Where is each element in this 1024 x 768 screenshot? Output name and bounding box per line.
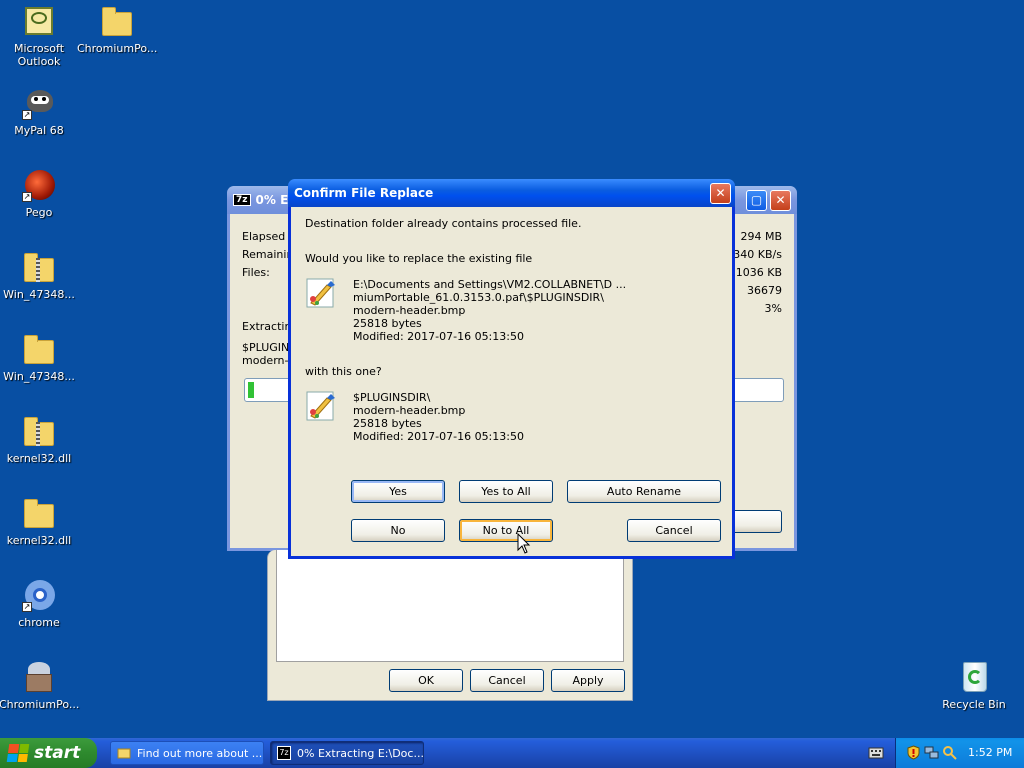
message-with-this-one: with this one? (305, 365, 382, 378)
start-button[interactable]: start (0, 738, 97, 768)
outlook-icon (22, 4, 56, 38)
properties-window: OK Cancel Apply (267, 550, 633, 701)
auto-rename-button[interactable]: Auto Rename (567, 480, 721, 503)
dialog-titlebar[interactable]: Confirm File Replace ✕ (288, 179, 735, 207)
new-file-info: $PLUGINSDIR\ modern-header.bmp 25818 byt… (353, 391, 524, 443)
new-path-1: $PLUGINSDIR\ (353, 391, 431, 404)
7z-icon: 7z (233, 194, 251, 206)
dialog-title: Confirm File Replace (294, 186, 434, 200)
remaining-label: Remainin (242, 248, 294, 261)
ok-button[interactable]: OK (389, 669, 463, 692)
message-question: Would you like to replace the existing f… (305, 252, 533, 265)
folder-icon (22, 332, 56, 366)
paint-file-icon (306, 391, 335, 421)
chromium-portable-icon (22, 660, 56, 694)
desktop-icon-label: kernel32.dll (6, 452, 72, 465)
clock[interactable]: 1:52 PM (968, 746, 1012, 759)
desktop-icon-chrome[interactable]: ↗ chrome (0, 578, 79, 629)
zip-folder-icon (22, 414, 56, 448)
zip-folder-icon (22, 250, 56, 284)
network-icon[interactable] (924, 745, 939, 760)
desktop-icon-label: Recycle Bin (942, 698, 1006, 711)
maximize-button[interactable]: ▢ (746, 190, 767, 211)
desktop-icon-label: Win_47348... (3, 288, 75, 301)
desktop-icon-label: kernel32.dll (6, 534, 72, 547)
cancel-button[interactable]: Cancel (627, 519, 721, 542)
close-button[interactable]: ✕ (770, 190, 791, 211)
taskbar: start Find out more about ... 7z 0% Extr… (0, 738, 1024, 768)
files-label: Files: (242, 266, 270, 279)
yes-button[interactable]: Yes (351, 480, 445, 503)
ratio-value: 3% (764, 302, 782, 315)
processed-value: 1036 KB (735, 266, 782, 279)
elapsed-label: Elapsed t (242, 230, 294, 243)
desktop-icon-label: Win_47348... (3, 370, 75, 383)
apply-button[interactable]: Apply (551, 669, 625, 692)
properties-content-area (276, 550, 624, 662)
existing-path-2: miumPortable_61.0.3153.0.paf\$PLUGINSDIR… (353, 291, 604, 304)
desktop-icon-label: Microsoft Outlook (13, 42, 65, 68)
total-size-value: 294 MB (740, 230, 782, 243)
yes-to-all-button[interactable]: Yes to All (459, 480, 553, 503)
existing-modified: Modified: 2017-07-16 05:13:50 (353, 330, 524, 343)
recycle-bin-icon (957, 660, 991, 694)
taskbar-item-label: 0% Extracting E:\Doc... (297, 746, 424, 760)
desktop-icon-chromium-portable[interactable]: ChromiumPo... (0, 660, 79, 711)
desktop-icon-recycle-bin[interactable]: Recycle Bin (934, 660, 1014, 711)
desktop-icon-label: ChromiumPo... (77, 42, 158, 55)
keyboard-icon[interactable] (868, 746, 884, 760)
desktop-icon-kernel32-folder[interactable]: kernel32.dll (0, 496, 79, 547)
extracting-path-1: $PLUGIN (242, 341, 290, 354)
taskbar-item-find-out-more[interactable]: Find out more about ... (110, 741, 264, 765)
existing-path-1: E:\Documents and Settings\VM2.COLLABNET\… (353, 278, 627, 291)
desktop-icon-pego[interactable]: ↗ Pego (0, 168, 79, 219)
desktop-icon-win-zip[interactable]: Win_47348... (0, 250, 79, 301)
new-modified: Modified: 2017-07-16 05:13:50 (353, 430, 524, 443)
desktop-icon-label: chrome (18, 616, 60, 629)
close-button[interactable]: ✕ (710, 183, 731, 204)
folder-icon (22, 496, 56, 530)
desktop-icon-chromiumportable-folder[interactable]: ChromiumPo... (77, 4, 157, 55)
no-button[interactable]: No (351, 519, 445, 542)
chrome-icon: ↗ (22, 578, 56, 612)
desktop-icon-kernel32-zip[interactable]: kernel32.dll (0, 414, 79, 465)
progress-fill (248, 382, 256, 398)
folder-icon (100, 4, 134, 38)
start-label: start (34, 743, 81, 763)
cancel-button[interactable]: Cancel (470, 669, 544, 692)
files-count-value: 36679 (747, 284, 782, 297)
existing-size: 25818 bytes (353, 317, 422, 330)
system-tray: 1:52 PM (895, 738, 1024, 768)
no-to-all-button[interactable]: No to All (459, 519, 553, 542)
taskbar-item-extracting[interactable]: 7z 0% Extracting E:\Doc... (270, 741, 424, 765)
desktop-icon-win-folder[interactable]: Win_47348... (0, 332, 79, 383)
folder-icon (117, 748, 131, 759)
confirm-file-replace-dialog: Confirm File Replace ✕ Destination folde… (288, 179, 735, 559)
message-destination: Destination folder already contains proc… (305, 217, 582, 230)
desktop-icon-mypal[interactable]: ↗ MyPal 68 (0, 86, 79, 137)
speed-value: 340 KB/s (733, 248, 782, 261)
taskbar-item-label: Find out more about ... (137, 746, 263, 760)
existing-name: modern-header.bmp (353, 304, 466, 317)
7z-icon: 7z (277, 746, 291, 760)
new-size: 25818 bytes (353, 417, 422, 430)
mypal-icon: ↗ (22, 86, 56, 120)
security-shield-icon[interactable] (906, 745, 921, 760)
windows-logo-icon (6, 744, 30, 762)
mouse-cursor-icon (517, 533, 531, 554)
search-icon[interactable] (942, 745, 957, 760)
desktop-icon-label: MyPal 68 (14, 124, 64, 137)
new-name: modern-header.bmp (353, 404, 466, 417)
pego-icon: ↗ (22, 168, 56, 202)
desktop-icon-label: Pego (25, 206, 53, 219)
desktop-icon-outlook[interactable]: Microsoft Outlook (0, 4, 79, 68)
existing-file-info: E:\Documents and Settings\VM2.COLLABNET\… (353, 278, 626, 343)
desktop-icon-label: ChromiumPo... (0, 698, 80, 711)
paint-file-icon (306, 278, 335, 308)
